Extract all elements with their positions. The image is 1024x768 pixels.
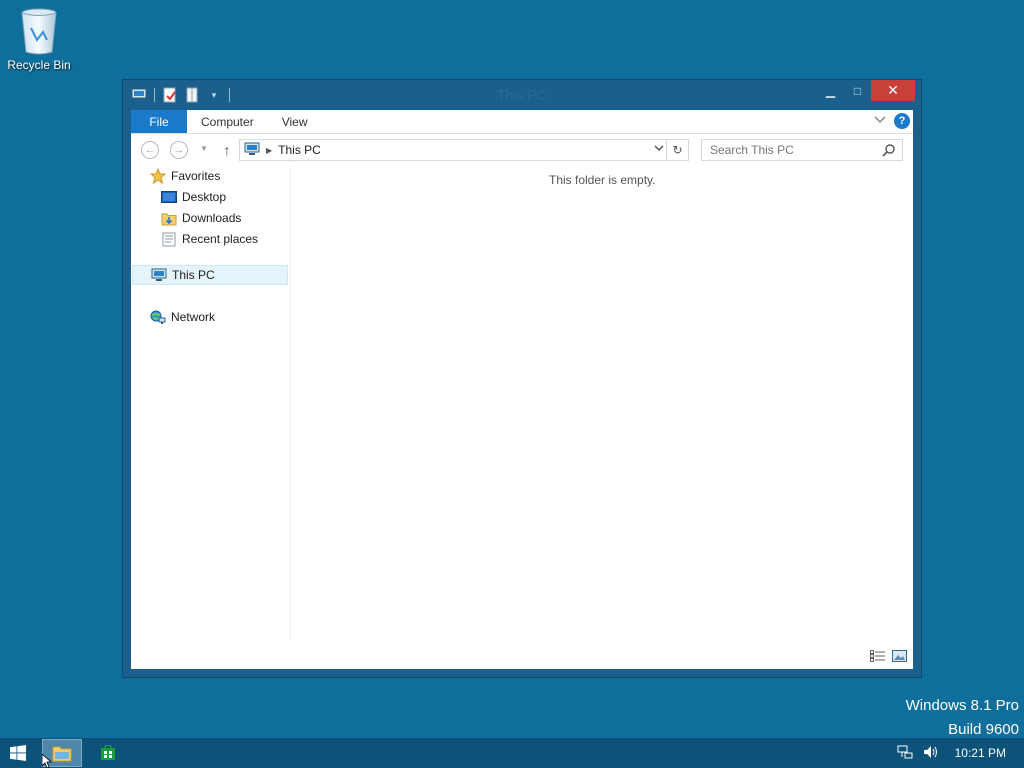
nav-label-network: Network [171, 310, 216, 324]
title-bar[interactable]: ▾ This PC ▁ □ ✕ [123, 80, 921, 110]
recycle-bin-icon [19, 6, 59, 56]
breadcrumb-this-pc[interactable]: This PC [278, 143, 321, 157]
window-title: This PC [497, 87, 547, 103]
network-icon [149, 309, 167, 325]
watermark-edition: Windows 8.1 Pro [905, 697, 1019, 714]
properties-icon[interactable] [161, 86, 179, 104]
view-switcher [870, 650, 907, 665]
recent-locations-dropdown-icon[interactable]: ▼ [200, 144, 208, 153]
close-icon: ✕ [887, 82, 899, 98]
navigation-pane: Favorites Desktop Downloads Recent place… [131, 166, 291, 639]
qat-separator-2 [229, 88, 230, 102]
windows-watermark: Windows 8.1 Pro Build 9600 [906, 694, 1019, 742]
navigation-bar: ← → ▼ ↑ ▶ This PC ↻ Search This PC [131, 134, 913, 166]
help-icon[interactable]: ? [894, 113, 910, 129]
nav-item-desktop[interactable]: Desktop [160, 187, 226, 207]
up-button[interactable]: ↑ [219, 141, 235, 159]
back-button[interactable]: ← [141, 141, 159, 159]
star-icon [149, 168, 167, 184]
tab-view[interactable]: View [268, 110, 322, 133]
nav-item-this-pc[interactable]: This PC [132, 265, 288, 285]
explorer-body: Favorites Desktop Downloads Recent place… [131, 166, 913, 669]
nav-item-network[interactable]: Network [149, 307, 215, 327]
nav-item-downloads[interactable]: Downloads [160, 208, 241, 228]
expand-ribbon-chevron-icon[interactable] [874, 115, 886, 127]
network-status-icon[interactable] [897, 745, 913, 762]
caption-buttons: ▁ □ ✕ [817, 80, 915, 101]
recycle-bin-shortcut[interactable]: Recycle Bin [4, 6, 74, 72]
tab-file[interactable]: File [131, 110, 187, 133]
volume-icon[interactable] [923, 745, 939, 762]
nav-label-this-pc: This PC [172, 268, 215, 282]
nav-item-recent-places[interactable]: Recent places [160, 229, 258, 249]
back-arrow-icon: ← [144, 144, 156, 156]
taskbar: 10:21 PM [0, 738, 1024, 768]
tab-computer[interactable]: Computer [187, 110, 268, 133]
forward-button[interactable]: → [170, 141, 188, 159]
refresh-icon: ↻ [672, 143, 683, 157]
minimize-icon: ▁ [825, 83, 836, 98]
address-bar[interactable]: ▶ This PC ↻ [239, 139, 689, 161]
details-view-button[interactable] [870, 650, 886, 665]
nav-item-favorites[interactable]: Favorites [149, 166, 220, 186]
customize-qat-dropdown-icon[interactable]: ▾ [205, 86, 223, 104]
close-button[interactable]: ✕ [871, 80, 915, 101]
search-box[interactable]: Search This PC [701, 139, 903, 161]
address-history-dropdown-icon[interactable] [654, 144, 664, 155]
downloads-folder-icon [160, 210, 178, 226]
clock[interactable]: 10:21 PM [955, 746, 1006, 760]
this-pc-address-icon [244, 142, 260, 159]
maximize-icon: □ [853, 83, 862, 98]
system-tray: 10:21 PM [897, 738, 1006, 768]
minimize-button[interactable]: ▁ [817, 80, 844, 101]
ribbon-controls: ? [874, 113, 910, 129]
nav-label-downloads: Downloads [182, 211, 242, 225]
recent-places-icon [160, 231, 178, 247]
desktop-icon [160, 189, 178, 205]
search-placeholder: Search This PC [710, 143, 794, 157]
window-client: File Computer View ? ← → ▼ ↑ ▶ This PC ↻… [131, 110, 913, 669]
quick-access-toolbar: ▾ [123, 86, 232, 104]
large-icons-view-button[interactable] [892, 650, 907, 665]
ribbon-tabs: File Computer View ? [131, 110, 913, 134]
this-pc-window-icon[interactable] [130, 86, 148, 104]
windows-logo-icon [10, 745, 26, 761]
details-view-icon [870, 650, 885, 662]
large-icons-view-icon [892, 650, 907, 662]
maximize-button[interactable]: □ [844, 80, 871, 101]
forward-arrow-icon: → [173, 144, 185, 156]
this-pc-icon [150, 267, 168, 283]
qat-separator [154, 88, 155, 102]
new-folder-icon[interactable] [183, 86, 201, 104]
recycle-bin-label: Recycle Bin [7, 58, 71, 72]
nav-label-favorites: Favorites [171, 169, 221, 183]
refresh-button[interactable]: ↻ [666, 140, 688, 160]
mouse-cursor-icon [41, 753, 54, 768]
search-icon [882, 143, 896, 160]
store-icon [101, 745, 115, 760]
breadcrumb-separator-icon[interactable]: ▶ [266, 146, 272, 155]
empty-folder-message: This folder is empty. [549, 173, 656, 187]
explorer-window: ▾ This PC ▁ □ ✕ File Computer View ? ← →… [122, 79, 922, 678]
taskbar-store[interactable] [88, 739, 128, 767]
nav-label-desktop: Desktop [182, 190, 227, 204]
up-arrow-icon: ↑ [223, 142, 231, 158]
start-button[interactable] [10, 745, 26, 761]
nav-label-recent-places: Recent places [182, 232, 259, 246]
file-explorer-icon [52, 746, 72, 762]
